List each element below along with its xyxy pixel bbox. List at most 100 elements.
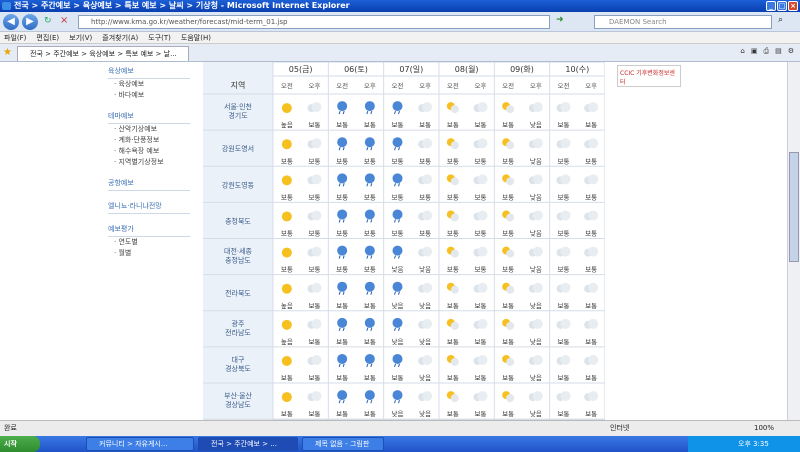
- forecast-cell-text: 낮음: [530, 373, 542, 382]
- zoom-text[interactable]: 100%: [754, 421, 774, 436]
- ccic-banner[interactable]: CCIC 기후변화정보센터: [617, 65, 681, 87]
- region-name: 부산·울산: [224, 391, 253, 400]
- forecast-cell-text: 보통: [475, 193, 487, 201]
- forecast-cell-text: 보통: [309, 230, 321, 238]
- cloud-icon: [532, 102, 543, 113]
- favorites-star-icon[interactable]: ★: [3, 47, 12, 58]
- nav-item[interactable]: · 해수욕장 예보: [108, 146, 190, 157]
- nav-item[interactable]: · 바다예보: [108, 90, 190, 101]
- tab-bar: ★ 전국 > 주간예보 > 육상예보 > 특보 예보 > 날... ⌂ ▣ ⎙ …: [0, 44, 800, 62]
- nav-item[interactable]: · 계화·단풍정보: [108, 135, 190, 146]
- cloud-icon: [588, 138, 599, 149]
- forecast-cell-text: 보통: [281, 157, 293, 165]
- forecast-cell-text: 보통: [309, 157, 321, 165]
- forecast-cell-text: 보통: [502, 230, 514, 238]
- forecast-cell-text: 보통: [364, 121, 376, 129]
- close-button[interactable]: ×: [788, 1, 798, 11]
- rain-cloud-icon: [337, 353, 348, 364]
- tools-icon[interactable]: ⚙: [788, 47, 794, 56]
- task-ie[interactable]: 전국 > 주간예보 > ...: [198, 437, 298, 451]
- cloud-icon: [422, 210, 433, 221]
- forecast-cell-text: 보통: [502, 374, 514, 382]
- region-name: 대전·세종: [224, 247, 253, 256]
- search-icon[interactable]: ⌕: [778, 15, 783, 25]
- cloud-icon: [450, 177, 459, 186]
- forecast-cell-text: 보통: [336, 302, 348, 310]
- forward-button[interactable]: ▶: [22, 14, 38, 30]
- forecast-cell-text: 낮음: [530, 156, 542, 165]
- maximize-button[interactable]: □: [777, 1, 787, 11]
- rain-cloud-icon: [364, 353, 375, 364]
- address-input[interactable]: http://www.kma.go.kr/weather/forecast/mi…: [78, 15, 550, 29]
- nav-item[interactable]: · 월별: [108, 248, 190, 259]
- cloud-icon: [506, 213, 515, 222]
- menu-file[interactable]: 파일(F): [4, 32, 26, 43]
- minimize-button[interactable]: _: [766, 1, 776, 11]
- cloud-icon: [588, 174, 599, 185]
- browser-tab[interactable]: 전국 > 주간예보 > 육상예보 > 특보 예보 > 날...: [17, 46, 189, 61]
- cloud-icon: [560, 174, 571, 185]
- forecast-cell-text: 보통: [309, 266, 321, 274]
- menu-view[interactable]: 보기(V): [69, 32, 92, 43]
- cloud-icon: [506, 285, 515, 294]
- nav-section-head[interactable]: 엘니뇨·라니냐전망: [108, 199, 190, 214]
- forecast-cell-text: 보통: [585, 410, 597, 418]
- cloud-icon: [560, 318, 571, 329]
- forecast-cell-text: 보통: [585, 193, 597, 201]
- nav-section-head[interactable]: 육상예보: [108, 64, 190, 79]
- task-paint[interactable]: 제목 없음 - 그림판: [302, 437, 384, 451]
- cloud-icon: [311, 391, 322, 402]
- forecast-cell-text: 보통: [392, 230, 404, 238]
- feeds-icon[interactable]: ▣: [751, 47, 758, 56]
- cloud-icon: [311, 318, 322, 329]
- forecast-cell-text: 높음: [281, 121, 293, 129]
- forecast-cell-text: 보통: [392, 193, 404, 201]
- forecast-cell-text: 보통: [502, 302, 514, 310]
- cloud-icon: [560, 210, 571, 221]
- address-toolbar: ◀ ▶ ↻ × http://www.kma.go.kr/weather/for…: [0, 12, 800, 32]
- cloud-icon: [422, 282, 433, 293]
- nav-section-head[interactable]: 예보평가: [108, 222, 190, 237]
- taskbar: 시작 커뮤니티 > 자유게시... 전국 > 주간예보 > ... 제목 없음 …: [0, 436, 800, 452]
- cloud-icon: [560, 391, 571, 402]
- task-community[interactable]: 커뮤니티 > 자유게시...: [86, 437, 194, 451]
- vertical-scrollbar[interactable]: [787, 62, 800, 420]
- stop-icon[interactable]: ×: [60, 15, 68, 26]
- forecast-cell-text: 보통: [475, 157, 487, 165]
- forecast-cell-text: 보통: [419, 193, 431, 201]
- forecast-cell-text: 보통: [447, 121, 459, 129]
- go-icon[interactable]: ➜: [556, 15, 564, 25]
- rain-cloud-icon: [337, 281, 348, 292]
- refresh-icon[interactable]: ↻: [44, 16, 52, 26]
- cloud-icon: [532, 391, 543, 402]
- menu-edit[interactable]: 편집(E): [36, 32, 59, 43]
- start-button[interactable]: 시작: [0, 436, 40, 452]
- forecast-cell-text: 낮음: [419, 337, 431, 346]
- nav-item[interactable]: · 산악기상예보: [108, 124, 190, 135]
- page-icon[interactable]: ▤: [775, 47, 782, 56]
- home-icon[interactable]: ⌂: [740, 47, 744, 56]
- menu-tools[interactable]: 도구(T): [148, 32, 171, 43]
- sun-icon: [281, 247, 292, 258]
- forecast-cell-text: 낮음: [530, 120, 542, 129]
- forecast-cell-text: 보통: [336, 374, 348, 382]
- nav-section-head[interactable]: 공항예보: [108, 176, 190, 191]
- ampm-header: 오전: [281, 81, 293, 90]
- search-input[interactable]: DAEMON Search: [594, 15, 772, 29]
- rain-cloud-icon: [364, 137, 375, 148]
- menu-favorites[interactable]: 즐겨찾기(A): [102, 32, 138, 43]
- forecast-cell-text: 보통: [475, 374, 487, 382]
- scroll-thumb[interactable]: [789, 152, 799, 262]
- menu-help[interactable]: 도움말(H): [181, 32, 211, 43]
- cloud-icon: [477, 210, 488, 221]
- print-icon[interactable]: ⎙: [763, 47, 769, 56]
- nav-item[interactable]: · 연도별: [108, 237, 190, 248]
- nav-item[interactable]: · 육상예보: [108, 79, 190, 90]
- nav-section-head[interactable]: 테마예보: [108, 109, 190, 124]
- back-button[interactable]: ◀: [3, 14, 19, 30]
- rain-cloud-icon: [392, 353, 403, 364]
- nav-item[interactable]: · 지역별기상정보: [108, 157, 190, 168]
- cloud-icon: [450, 213, 459, 222]
- rain-cloud-icon: [392, 281, 403, 292]
- forecast-cell-text: 낮음: [530, 192, 542, 201]
